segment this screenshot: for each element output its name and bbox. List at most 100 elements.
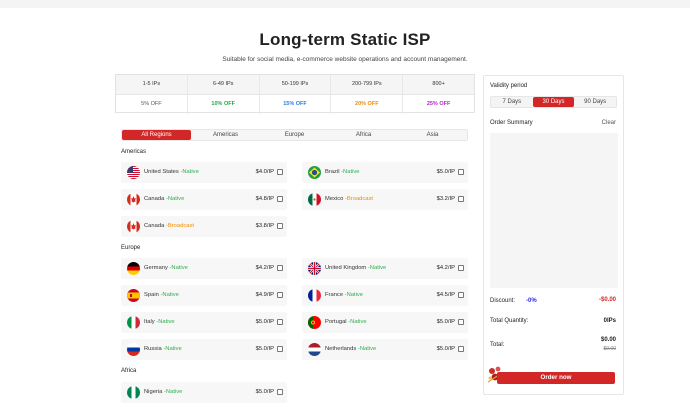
country-name: Nigeria xyxy=(144,389,163,395)
country-name: Russia xyxy=(144,346,162,352)
ip-type: -Native xyxy=(160,292,179,298)
select-checkbox[interactable] xyxy=(458,169,464,175)
select-checkbox[interactable] xyxy=(277,196,283,202)
gb-flag-icon xyxy=(308,262,321,275)
section-heading-americas: Americas xyxy=(121,149,147,155)
select-checkbox[interactable] xyxy=(458,319,464,325)
discount-value: -$0.00 xyxy=(598,297,616,303)
validity-90-days[interactable]: 90 Days xyxy=(574,97,616,107)
quantity-value: 0IPs xyxy=(603,318,616,324)
product-card[interactable]: Russia -Native $5.0/IP xyxy=(121,339,287,360)
product-card[interactable]: United States -Native $4.0/IP xyxy=(121,162,287,183)
total-value: $0.00 xyxy=(600,337,616,343)
price: $5.0/IP xyxy=(255,389,274,395)
discount-percent: -0% xyxy=(526,298,537,304)
pt-flag-icon xyxy=(308,316,321,329)
section-heading-africa: Africa xyxy=(121,368,137,374)
validity-label: Validity period xyxy=(490,83,528,89)
tab-asia[interactable]: Asia xyxy=(398,130,467,140)
country-name: Germany xyxy=(144,265,168,271)
tier-discount-table: 1-5 IPs 6-49 IPs 50-199 IPs 200-799 IPs … xyxy=(115,74,475,114)
price: $5.0/IP xyxy=(436,346,455,352)
product-card[interactable]: Brazil -Native $5.0/IP xyxy=(302,162,468,183)
order-panel: Validity period 7 Days 30 Days 90 Days O… xyxy=(483,75,624,395)
tier-discount: 10% OFF xyxy=(186,95,259,114)
select-checkbox[interactable] xyxy=(277,223,283,229)
ip-type: -Native xyxy=(180,169,199,175)
price: $4.0/IP xyxy=(255,169,274,175)
price: $4.5/IP xyxy=(436,292,455,298)
price: $5.0/IP xyxy=(436,169,455,175)
product-card[interactable]: Netherlands -Native $5.0/IP xyxy=(302,339,468,360)
tab-all-regions[interactable]: All Regions xyxy=(122,130,191,140)
country-name: United Kingdom xyxy=(325,265,367,271)
ip-type: -Native xyxy=(341,169,360,175)
ip-type: -Native xyxy=(163,346,182,352)
tier-label: 50-199 IPs xyxy=(258,75,331,94)
select-checkbox[interactable] xyxy=(458,196,464,202)
ip-type: -Broadcast xyxy=(345,196,374,202)
tier-label: 6-49 IPs xyxy=(186,75,259,94)
country-name: Brazil xyxy=(325,169,340,175)
select-checkbox[interactable] xyxy=(458,265,464,271)
product-card[interactable]: Portugal -Native $5.0/IP xyxy=(302,312,468,333)
country-name: Portugal xyxy=(325,319,347,325)
product-card[interactable]: Mexico -Broadcast $3.2/IP xyxy=(302,189,468,210)
ip-type: -Native xyxy=(348,319,367,325)
select-checkbox[interactable] xyxy=(277,292,283,298)
product-card[interactable]: Nigeria -Native $5.0/IP xyxy=(121,382,287,403)
discount-label: Discount: xyxy=(490,298,516,304)
ip-type: -Native xyxy=(344,292,364,298)
select-checkbox[interactable] xyxy=(277,319,283,325)
tab-africa[interactable]: Africa xyxy=(329,130,398,140)
ip-type: -Native xyxy=(357,346,377,352)
quantity-label: Total Quantity: xyxy=(490,318,529,324)
it-flag-icon xyxy=(127,316,140,329)
tier-discount-row: 5% OFF 10% OFF 15% OFF 20% OFF 25% OFF xyxy=(116,95,474,114)
order-summary-label: Order Summary xyxy=(490,120,533,126)
product-card[interactable]: United Kingdom -Native $4.2/IP xyxy=(302,258,468,279)
tab-europe[interactable]: Europe xyxy=(260,130,329,140)
select-checkbox[interactable] xyxy=(458,292,464,298)
select-checkbox[interactable] xyxy=(277,169,283,175)
ip-type: -Native xyxy=(367,265,387,271)
product-card[interactable]: Canada -Native $4.8/IP xyxy=(121,189,287,210)
tier-discount: 25% OFF xyxy=(402,95,474,114)
price: $5.0/IP xyxy=(436,319,455,325)
country-name: Italy xyxy=(144,319,155,325)
product-card[interactable]: Spain -Native $4.9/IP xyxy=(121,285,287,306)
select-checkbox[interactable] xyxy=(277,346,283,352)
ca-flag-icon xyxy=(127,220,140,233)
country-name: United States xyxy=(144,169,179,175)
section-heading-europe: Europe xyxy=(121,245,141,251)
product-card[interactable]: France -Native $4.5/IP xyxy=(302,285,468,306)
br-flag-icon xyxy=(308,166,321,179)
tier-label: 200-799 IPs xyxy=(330,75,402,94)
page-subtitle: Suitable for social media, e-commerce we… xyxy=(222,56,468,63)
product-card[interactable]: Canada -Broadcast $3.8/IP xyxy=(121,216,287,237)
clear-button[interactable]: Clear xyxy=(602,120,616,126)
select-checkbox[interactable] xyxy=(277,389,283,395)
page-title: Long-term Static ISP xyxy=(259,30,431,49)
validity-7-days[interactable]: 7 Days xyxy=(491,97,533,107)
select-checkbox[interactable] xyxy=(458,346,464,352)
product-card[interactable]: Italy -Native $5.0/IP xyxy=(121,312,287,333)
validity-selector: 7 Days 30 Days 90 Days xyxy=(490,96,617,108)
us-flag-icon xyxy=(127,166,140,179)
ng-flag-icon xyxy=(127,386,140,399)
select-checkbox[interactable] xyxy=(277,265,283,271)
ca-flag-icon xyxy=(127,193,140,206)
country-name: Mexico xyxy=(325,196,344,202)
price: $3.8/IP xyxy=(255,223,274,229)
tier-discount: 5% OFF xyxy=(141,101,162,107)
tab-americas[interactable]: Americas xyxy=(191,130,260,140)
validity-30-days[interactable]: 30 Days xyxy=(532,97,575,107)
order-now-button[interactable]: Order now xyxy=(497,372,615,384)
tier-label: 1-5 IPs xyxy=(142,81,161,87)
fr-flag-icon xyxy=(308,289,321,302)
price: $4.2/IP xyxy=(436,265,455,271)
product-card[interactable]: Germany -Native $4.2/IP xyxy=(121,258,287,279)
country-name: Canada xyxy=(144,196,165,202)
ip-type: -Native xyxy=(169,265,188,271)
order-summary-list xyxy=(490,133,618,288)
